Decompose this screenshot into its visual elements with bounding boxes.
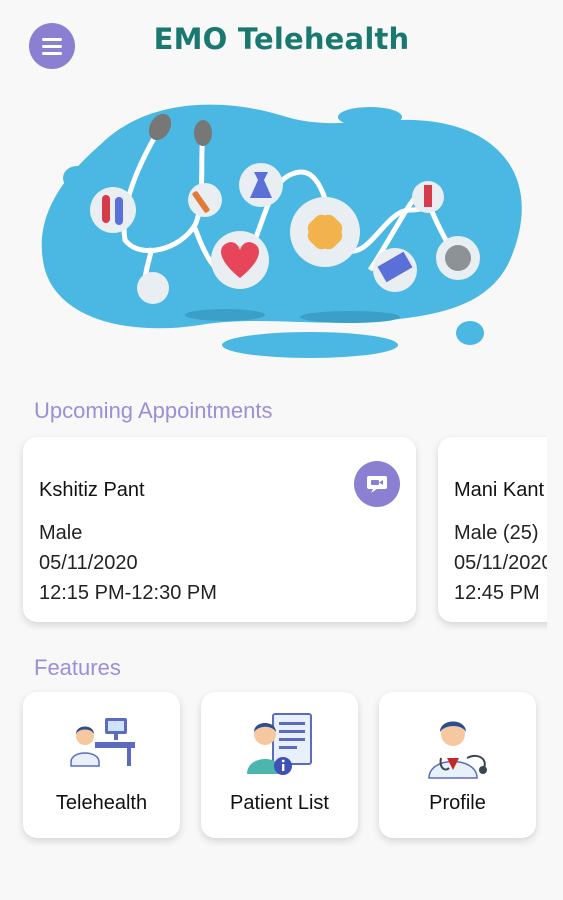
- doctor-desk-icon: [69, 718, 135, 767]
- doctor-profile-icon: [427, 721, 487, 779]
- patient-list-icon: [246, 713, 312, 775]
- features-heading: Features: [34, 655, 121, 680]
- feature-label: Telehealth: [55, 792, 148, 814]
- patient-gender: Male (25): [454, 522, 539, 544]
- appointment-date: 05/11/2020: [39, 552, 138, 574]
- video-call-icon: [367, 476, 387, 493]
- feature-telehealth[interactable]: Telehealth: [23, 692, 180, 838]
- feature-profile[interactable]: Profile: [379, 692, 536, 838]
- appointment-date: 05/11/2020: [454, 552, 547, 574]
- patient-gender: Male: [39, 522, 83, 544]
- feature-patient-list[interactable]: Patient List: [201, 692, 358, 838]
- feature-label: Profile: [429, 792, 486, 814]
- patient-name: Mani Kant: [454, 479, 545, 501]
- video-call-button[interactable]: [354, 461, 400, 507]
- appointment-card[interactable]: Kshitiz Pant Male 05/11/2020 12:15 PM-12…: [23, 437, 416, 622]
- appointment-time: 12:15 PM-12:30 PM: [39, 582, 217, 604]
- appointment-card[interactable]: Mani Kant Male (25) 05/11/2020 12:45 PM: [438, 437, 547, 622]
- feature-label: Patient List: [230, 792, 329, 814]
- appointment-time: 12:45 PM: [454, 582, 540, 604]
